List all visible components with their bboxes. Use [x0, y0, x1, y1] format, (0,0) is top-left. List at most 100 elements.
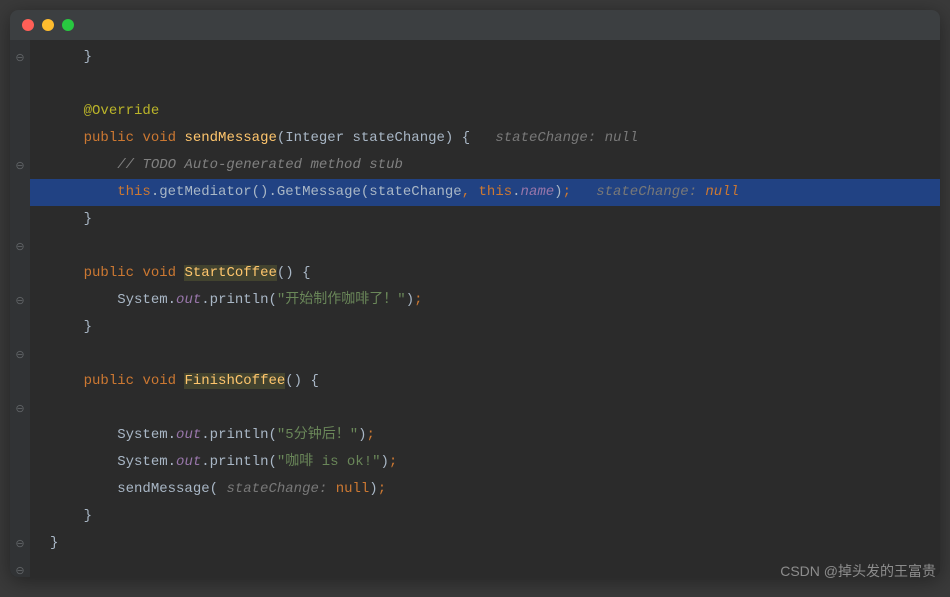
gutter-line	[10, 449, 30, 476]
field-out: out	[176, 454, 201, 470]
code-line[interactable]: // TODO Auto-generated method stub	[30, 152, 940, 179]
method-sendmessage: sendMessage	[184, 130, 276, 146]
method-getmessage: GetMessage	[277, 184, 361, 200]
gutter-line	[10, 98, 30, 125]
code-area[interactable]: } @Override public void sendMessage(Inte…	[30, 40, 940, 577]
comma: ,	[462, 184, 470, 200]
semicolon: ;	[389, 454, 397, 470]
brace-open: {	[462, 130, 470, 146]
parens: ()	[285, 373, 302, 389]
gutter-line	[10, 260, 30, 287]
semicolon: ;	[563, 184, 571, 200]
code-line[interactable]	[30, 395, 940, 422]
code-line[interactable]	[30, 233, 940, 260]
close-icon[interactable]	[22, 19, 34, 31]
gutter: ⊖ ⊖ ⊖ ⊖ ⊖ ⊖ ⊖ ⊖	[10, 40, 30, 577]
keyword-void: void	[142, 130, 176, 146]
class-system: System	[117, 427, 167, 443]
keyword-public: public	[84, 265, 134, 281]
fold-icon[interactable]: ⊖	[10, 557, 30, 577]
parens: ().	[252, 184, 277, 200]
watermark-text: CSDN @掉头发的王富贵	[780, 561, 936, 581]
arg-statechange: stateChange	[369, 184, 461, 200]
gutter-line	[10, 368, 30, 395]
method-sendmessage-call: sendMessage	[117, 481, 209, 497]
semicolon: ;	[378, 481, 386, 497]
code-line[interactable]: public void FinishCoffee() {	[30, 368, 940, 395]
comment-todo: // TODO Auto-generated method stub	[117, 157, 403, 173]
gutter-line	[10, 179, 30, 206]
maximize-icon[interactable]	[62, 19, 74, 31]
gutter-line	[10, 476, 30, 503]
code-line[interactable]: System.out.println("咖啡 is ok!");	[30, 449, 940, 476]
field-out: out	[176, 292, 201, 308]
keyword-void: void	[142, 265, 176, 281]
method-finishcoffee: FinishCoffee	[184, 373, 285, 389]
parens: ()	[277, 265, 294, 281]
gutter-line	[10, 125, 30, 152]
brace-close: }	[50, 535, 58, 551]
brace-close: }	[84, 319, 92, 335]
gutter-line	[10, 206, 30, 233]
inline-hint: stateChange: null	[495, 130, 638, 146]
code-line[interactable]	[30, 71, 940, 98]
fold-icon[interactable]: ⊖	[10, 395, 30, 422]
code-line[interactable]	[30, 341, 940, 368]
method-println: println	[210, 292, 269, 308]
code-line[interactable]: System.out.println("开始制作咖啡了！");	[30, 287, 940, 314]
annotation: @Override	[84, 103, 160, 119]
gutter-line	[10, 71, 30, 98]
method-startcoffee: StartCoffee	[184, 265, 276, 281]
code-line[interactable]: sendMessage( stateChange: null);	[30, 476, 940, 503]
paren-close: )	[445, 130, 453, 146]
code-line[interactable]: }	[30, 314, 940, 341]
code-line[interactable]: }	[30, 206, 940, 233]
string-literal: "开始制作咖啡了！"	[277, 292, 406, 308]
brace-open: {	[311, 373, 319, 389]
keyword-public: public	[84, 130, 134, 146]
fold-icon[interactable]: ⊖	[10, 44, 30, 71]
code-line[interactable]: public void StartCoffee() {	[30, 260, 940, 287]
type-integer: Integer	[285, 130, 344, 146]
brace-close: }	[84, 211, 92, 227]
method-println: println	[210, 454, 269, 470]
minimize-icon[interactable]	[42, 19, 54, 31]
inline-hint: stateChange:	[596, 184, 705, 200]
code-line[interactable]: }	[30, 530, 940, 557]
dot: .	[151, 184, 159, 200]
fold-icon[interactable]: ⊖	[10, 341, 30, 368]
keyword-null: null	[336, 481, 370, 497]
code-line[interactable]: public void sendMessage(Integer stateCha…	[30, 125, 940, 152]
keyword-this: this	[117, 184, 151, 200]
brace-close: }	[84, 508, 92, 524]
method-getmediator: getMediator	[159, 184, 251, 200]
code-line[interactable]: }	[30, 503, 940, 530]
code-line-highlighted[interactable]: this.getMediator().GetMessage(stateChang…	[30, 179, 940, 206]
code-line[interactable]: System.out.println("5分钟后！");	[30, 422, 940, 449]
keyword-public: public	[84, 373, 134, 389]
field-name: name	[521, 184, 555, 200]
inline-hint-value: null	[705, 184, 739, 200]
class-system: System	[117, 454, 167, 470]
fold-icon[interactable]: ⊖	[10, 530, 30, 557]
dot: .	[512, 184, 520, 200]
param-statechange: stateChange	[353, 130, 445, 146]
editor-window: ⊖ ⊖ ⊖ ⊖ ⊖ ⊖ ⊖ ⊖ } @Override	[10, 10, 940, 577]
brace-close: }	[84, 49, 92, 65]
keyword-void: void	[142, 373, 176, 389]
code-line[interactable]: }	[30, 44, 940, 71]
code-line[interactable]: @Override	[30, 98, 940, 125]
fold-icon[interactable]: ⊖	[10, 152, 30, 179]
class-system: System	[117, 292, 167, 308]
paren-close: )	[554, 184, 562, 200]
brace-open: {	[302, 265, 310, 281]
semicolon: ;	[414, 292, 422, 308]
fold-icon[interactable]: ⊖	[10, 287, 30, 314]
fold-icon[interactable]: ⊖	[10, 233, 30, 260]
field-out: out	[176, 427, 201, 443]
gutter-line	[10, 503, 30, 530]
gutter-line	[10, 422, 30, 449]
method-println: println	[210, 427, 269, 443]
inline-hint: stateChange:	[226, 481, 327, 497]
string-literal: "5分钟后！"	[277, 427, 358, 443]
